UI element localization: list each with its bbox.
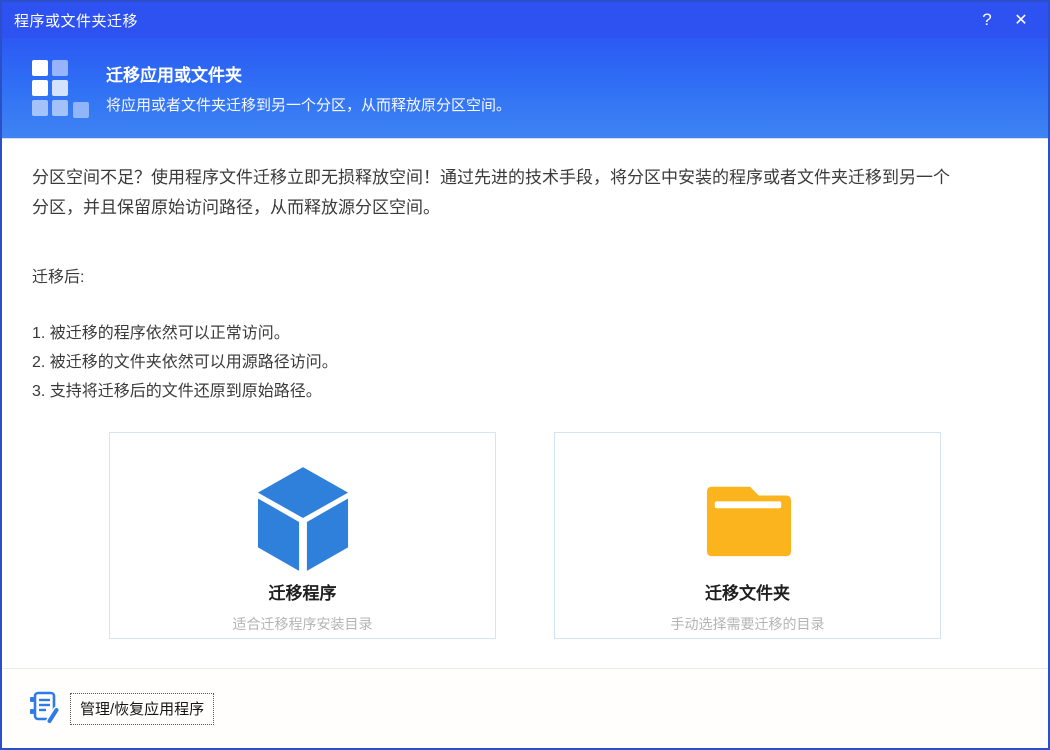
card-title: 迁移程序 [269, 579, 337, 604]
edit-list-icon [26, 689, 62, 728]
dialog-body: 分区空间不足？使用程序文件迁移立即无损释放空间！通过先进的技术手段，将分区中安装… [2, 139, 1048, 668]
header-banner: 迁移应用或文件夹 将应用或者文件夹迁移到另一个分区，从而释放原分区空间。 [2, 38, 1048, 139]
cube-icon [256, 463, 350, 575]
title-bar[interactable]: 程序或文件夹迁移 ? ✕ [2, 2, 1048, 38]
dialog-footer: 管理/恢复应用程序 [2, 668, 1048, 748]
action-cards: 迁移程序 适合迁移程序安装目录 迁移文件夹 手动选择需要迁移的目录 [32, 432, 1018, 639]
card-title: 迁移文件夹 [705, 579, 790, 604]
header-subtitle: 将应用或者文件夹迁移到另一个分区，从而释放原分区空间。 [106, 94, 511, 115]
list-item: 2. 被迁移的文件夹依然可以用源路径访问。 [32, 348, 1018, 377]
close-button[interactable]: ✕ [1004, 5, 1038, 35]
list-item: 1. 被迁移的程序依然可以正常访问。 [32, 319, 1018, 348]
help-button[interactable]: ? [970, 5, 1004, 35]
header-title: 迁移应用或文件夹 [106, 61, 511, 86]
app-grid-icon [32, 60, 88, 116]
after-migration-label: 迁移后: [32, 263, 1018, 287]
list-item: 3. 支持将迁移后的文件还原到原始路径。 [32, 377, 1018, 406]
migration-dialog-window: 程序或文件夹迁移 ? ✕ 迁移应用或文件夹 将应用或者文件夹迁移到另一个分区，从… [0, 0, 1050, 750]
window-title: 程序或文件夹迁移 [14, 10, 138, 31]
folder-icon [704, 463, 792, 575]
intro-paragraph: 分区空间不足？使用程序文件迁移立即无损释放空间！通过先进的技术手段，将分区中安装… [32, 163, 1027, 223]
manage-restore-label: 管理/恢复应用程序 [70, 693, 214, 725]
header-text: 迁移应用或文件夹 将应用或者文件夹迁移到另一个分区，从而释放原分区空间。 [106, 61, 511, 115]
card-subtitle: 适合迁移程序安装目录 [233, 614, 373, 634]
migrate-program-card[interactable]: 迁移程序 适合迁移程序安装目录 [109, 432, 496, 639]
manage-restore-link[interactable]: 管理/恢复应用程序 [26, 689, 214, 728]
card-subtitle: 手动选择需要迁移的目录 [671, 614, 825, 634]
migrate-folder-card[interactable]: 迁移文件夹 手动选择需要迁移的目录 [554, 432, 941, 639]
after-migration-list: 1. 被迁移的程序依然可以正常访问。 2. 被迁移的文件夹依然可以用源路径访问。… [32, 319, 1018, 406]
